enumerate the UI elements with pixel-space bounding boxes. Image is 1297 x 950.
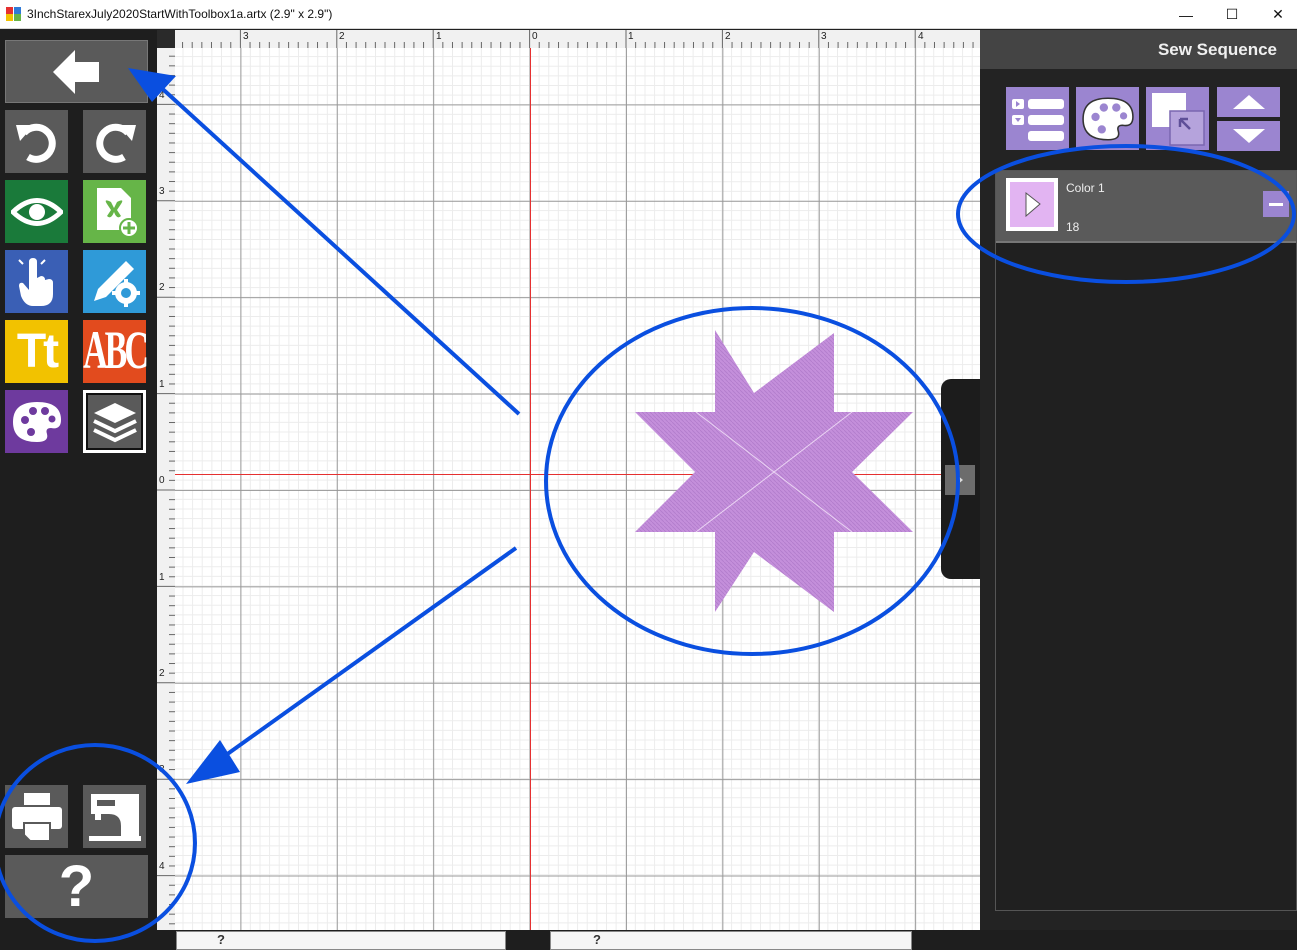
- panel-toggle-button[interactable]: [945, 465, 975, 495]
- move-up-button[interactable]: [1217, 87, 1280, 117]
- ruler-label: 4: [159, 90, 165, 101]
- layers-icon: [92, 402, 137, 442]
- app-icon: [6, 7, 21, 21]
- horizontal-ruler: 3 2 1 0 1 2 3 4: [175, 30, 980, 49]
- close-button[interactable]: ✕: [1255, 0, 1297, 29]
- sewing-machine-icon: [88, 793, 141, 841]
- redo-button[interactable]: [83, 110, 146, 173]
- ruler-label: 1: [159, 572, 165, 583]
- color-swatch-fill: [1010, 182, 1054, 227]
- stitch-count: 18: [1066, 220, 1080, 234]
- sew-sequence-panel: Sew Sequence Color 1 18: [980, 30, 1297, 935]
- panel-title: Sew Sequence: [1157, 40, 1277, 59]
- ruler-label: 3: [159, 186, 165, 197]
- color-name: Color 1: [1066, 181, 1105, 195]
- vertical-center-line: [530, 48, 531, 935]
- vertical-ruler-ticks: [157, 55, 175, 934]
- help-mini-label: ?: [593, 932, 601, 947]
- view-button[interactable]: [5, 180, 68, 243]
- palette-icon: [12, 401, 61, 442]
- move-down-button[interactable]: [1217, 121, 1280, 151]
- undo-icon: [15, 123, 56, 163]
- new-file-butterfly-icon: [96, 187, 139, 238]
- pencil-gear-icon: [93, 260, 140, 307]
- new-design-button[interactable]: [83, 180, 146, 243]
- list-view-button[interactable]: [1006, 87, 1069, 150]
- move-down-icon: [1232, 129, 1265, 143]
- help-mini-label: ?: [217, 932, 225, 947]
- list-view-icon: [1011, 98, 1064, 141]
- text-button[interactable]: Tt: [5, 320, 68, 383]
- select-button[interactable]: [5, 250, 68, 313]
- vertical-ruler: 4 3 2 1 0 1 2 3 4: [157, 48, 176, 935]
- ruler-label: 2: [159, 668, 165, 679]
- bring-to-front-icon: [1151, 92, 1205, 146]
- ruler-label: 2: [159, 282, 165, 293]
- horizontal-ruler-ticks: [182, 30, 974, 48]
- layers-button[interactable]: [83, 390, 146, 453]
- remove-color-button[interactable]: [1263, 191, 1289, 217]
- design-canvas[interactable]: 3 2 1 0 1 2 3 4 4 3 2 1 0 1 2 3 4: [157, 30, 980, 935]
- color-swatch[interactable]: [1006, 178, 1058, 231]
- maximize-button[interactable]: ☐: [1209, 0, 1255, 29]
- eye-icon: [10, 197, 63, 226]
- left-arrow-icon: [52, 49, 99, 94]
- ruler-label: 3: [821, 31, 827, 42]
- chevron-right-icon: [957, 475, 963, 485]
- thread-color-button[interactable]: [1076, 87, 1139, 150]
- ruler-label: 3: [159, 764, 165, 775]
- print-button[interactable]: [5, 785, 68, 848]
- play-icon: [1025, 191, 1041, 218]
- digitize-settings-button[interactable]: [83, 250, 146, 313]
- bring-to-front-button[interactable]: [1146, 87, 1209, 150]
- undo-button[interactable]: [5, 110, 68, 173]
- move-up-icon: [1232, 95, 1265, 109]
- ruler-label: 0: [532, 31, 538, 42]
- panel-header: Sew Sequence: [980, 30, 1297, 69]
- back-button[interactable]: [5, 40, 148, 103]
- palette-icon: [1081, 96, 1134, 141]
- monogram-abc-icon: ABC: [83, 321, 149, 381]
- thumbnail-1[interactable]: ?: [176, 931, 506, 950]
- minus-icon: [1269, 203, 1283, 206]
- ruler-label: 1: [628, 31, 634, 42]
- ruler-label: 0: [159, 475, 165, 486]
- ruler-label: 4: [918, 31, 924, 42]
- printer-icon: [11, 792, 62, 842]
- send-to-machine-button[interactable]: [83, 785, 146, 848]
- monogram-button[interactable]: ABC: [83, 320, 149, 383]
- pointing-hand-icon: [17, 255, 53, 306]
- thumbnail-2[interactable]: ?: [550, 931, 912, 950]
- ruler-label: 1: [159, 379, 165, 390]
- sew-sequence-list[interactable]: Color 1 18: [995, 170, 1297, 911]
- star-design[interactable]: [632, 330, 917, 615]
- redo-icon: [95, 123, 136, 163]
- question-icon: ?: [58, 853, 95, 919]
- window-title: 3InchStarexJuly2020StartWithToolbox1a.ar…: [27, 7, 333, 21]
- window-titlebar: 3InchStarexJuly2020StartWithToolbox1a.ar…: [0, 0, 1297, 29]
- left-toolbar: Tt ABC ?: [0, 30, 157, 935]
- color-palette-button[interactable]: [5, 390, 68, 453]
- ruler-label: 2: [339, 31, 345, 42]
- minimize-button[interactable]: —: [1163, 0, 1209, 29]
- ruler-label: 3: [243, 31, 249, 42]
- list-item[interactable]: Color 1 18: [996, 171, 1296, 243]
- ruler-label: 1: [436, 31, 442, 42]
- ruler-label: 4: [159, 861, 165, 872]
- ruler-label: 2: [725, 31, 731, 42]
- help-button[interactable]: ?: [5, 855, 148, 918]
- text-tt-icon: Tt: [16, 324, 59, 378]
